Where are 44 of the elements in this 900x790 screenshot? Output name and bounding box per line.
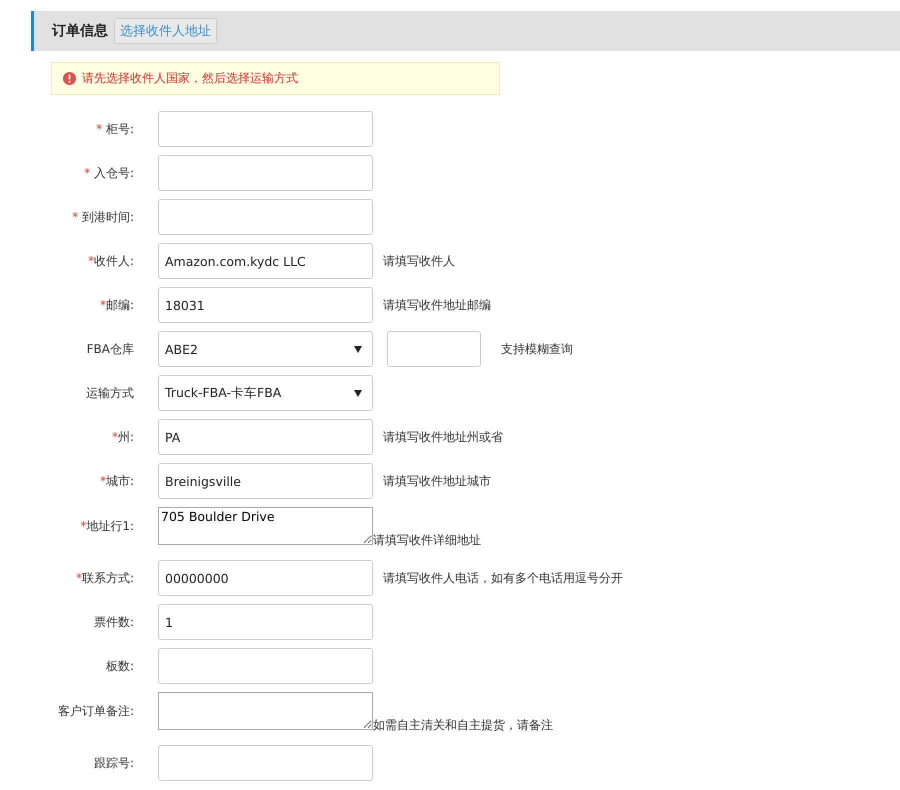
caret-icon (354, 390, 362, 396)
field-label: *地址行1: (79, 518, 134, 534)
field-label: * 到港时间: (71, 208, 134, 226)
field-hint: 请填写收件地址州或省 (383, 428, 503, 446)
field-label: 板数: (104, 658, 134, 674)
dropdown[interactable]: Truck-FBA-卡车FBA (158, 375, 373, 411)
field-label: 客户订单备注: (56, 702, 134, 720)
dropdown[interactable]: ABE2 (158, 331, 373, 367)
field-label: *城市: (98, 472, 134, 490)
field-hint: 支持模糊查询 (501, 340, 573, 358)
field-label: *邮编: (98, 296, 134, 314)
input-field[interactable]: Amazon.com.kydc LLC (158, 243, 373, 279)
input-field[interactable] (158, 111, 373, 147)
field-label: *收件人: (86, 252, 134, 270)
section-title: 订单信息 (52, 22, 108, 40)
field-hint: 请填写收件地址邮编 (383, 296, 491, 314)
field-label: * 入仓号: (83, 164, 134, 182)
input-field[interactable]: 18031 (158, 287, 373, 323)
field-hint: 请填写收件详细地址 (373, 532, 481, 549)
input-field[interactable] (158, 155, 373, 191)
text-area[interactable] (158, 692, 373, 730)
field-label: 运输方式 (85, 384, 134, 402)
field-label: *州: (110, 428, 134, 446)
warning-icon (63, 72, 76, 85)
field-label: * 柜号: (95, 120, 134, 138)
field-hint: 请填写收件人电话，如有多个电话用逗号分开 (383, 570, 623, 586)
input-field[interactable] (158, 745, 373, 781)
input-field[interactable]: Breinigsville (158, 463, 373, 499)
input-field[interactable] (158, 648, 373, 684)
input-field[interactable]: 1 (158, 604, 373, 640)
field-label: 票件数: (92, 614, 134, 630)
warning-message: 请先选择收件人国家，然后选择运输方式 (82, 70, 298, 87)
search-field[interactable] (387, 331, 481, 367)
input-field[interactable]: PA (158, 419, 373, 455)
field-hint: 请填写收件地址城市 (383, 472, 491, 490)
field-label: FBA仓库 (86, 340, 134, 358)
caret-icon (354, 346, 362, 352)
field-hint: 如需自主清关和自主提货，请备注 (373, 717, 553, 734)
input-field[interactable] (158, 199, 373, 235)
field-label: 跟踪号: (92, 754, 134, 772)
input-field[interactable]: 00000000 (158, 560, 373, 596)
field-label: *联系方式: (74, 570, 134, 586)
text-area[interactable]: 705 Boulder Drive (158, 507, 373, 545)
field-hint: 请填写收件人 (383, 252, 455, 270)
